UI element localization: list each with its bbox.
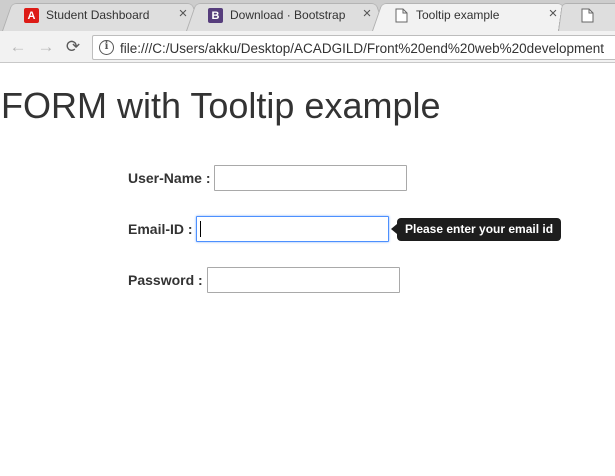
password-label: Password :: [128, 272, 203, 288]
forward-arrow-icon[interactable]: →: [36, 37, 56, 57]
tab-title: Tooltip example: [416, 8, 500, 22]
page-icon: [580, 8, 595, 23]
angular-icon: A: [24, 8, 39, 23]
tab-tooltip-example[interactable]: Tooltip example ×: [372, 0, 572, 31]
text-caret: [200, 221, 201, 237]
address-url: file:///C:/Users/akku/Desktop/ACADGILD/F…: [120, 41, 604, 56]
address-bar[interactable]: i file:///C:/Users/akku/Desktop/ACADGILD…: [92, 35, 615, 60]
page-icon: [394, 8, 409, 23]
tab-title: Download · Bootstrap: [230, 8, 346, 22]
email-label: Email-ID :: [128, 221, 193, 237]
tab-title: Student Dashboard: [46, 8, 150, 22]
tab-strip: A Student Dashboard × B Download · Boots…: [0, 0, 615, 31]
username-label: User-Name :: [128, 170, 211, 186]
info-icon[interactable]: i: [99, 40, 114, 55]
email-tooltip: Please enter your email id: [397, 218, 562, 241]
close-icon[interactable]: ×: [176, 6, 190, 21]
tab-student-dashboard[interactable]: A Student Dashboard ×: [2, 0, 202, 31]
close-icon[interactable]: ×: [360, 6, 374, 21]
tab-partial[interactable]: [558, 0, 615, 31]
username-input[interactable]: [214, 165, 407, 191]
page-title: FORM with Tooltip example: [1, 85, 441, 126]
back-arrow-icon[interactable]: ←: [8, 37, 28, 57]
bootstrap-icon: B: [208, 8, 223, 23]
email-input[interactable]: [196, 216, 389, 242]
password-input[interactable]: [207, 267, 400, 293]
browser-toolbar: ← → ⟳ i file:///C:/Users/akku/Desktop/AC…: [0, 31, 615, 63]
close-icon[interactable]: ×: [546, 6, 560, 21]
tab-download-bootstrap[interactable]: B Download · Bootstrap ×: [186, 0, 386, 31]
reload-icon[interactable]: ⟳: [63, 37, 83, 57]
